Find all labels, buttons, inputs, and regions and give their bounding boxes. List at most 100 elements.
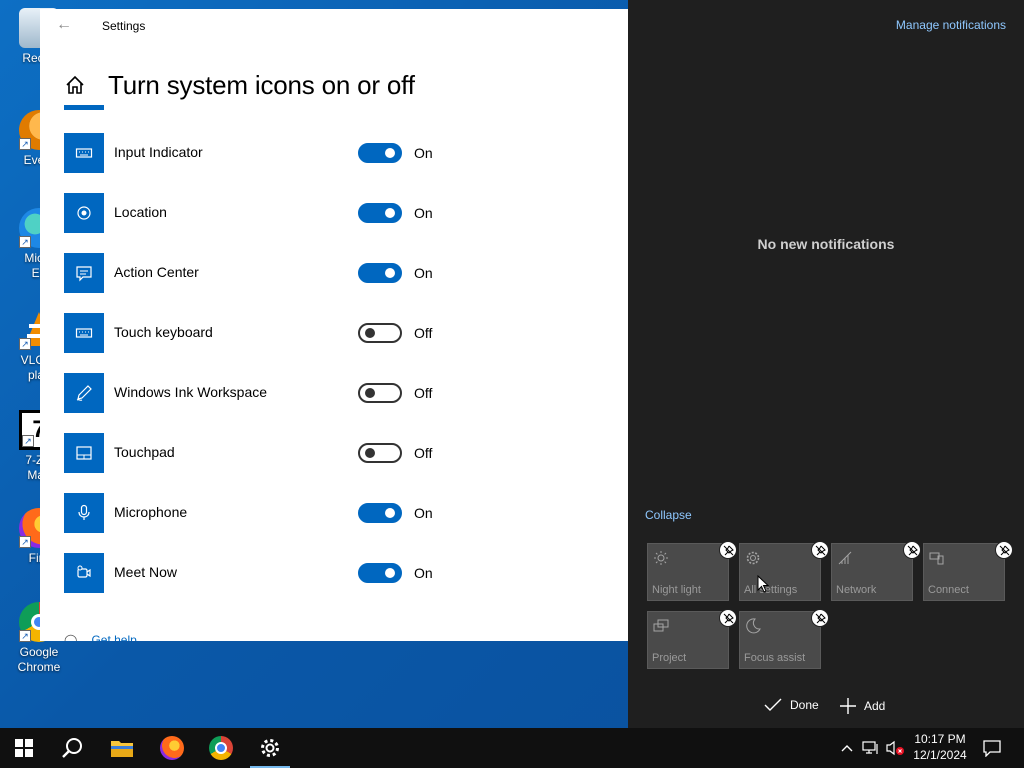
setting-label: Microphone [114, 504, 188, 520]
setting-row-microphone: Microphone On [64, 493, 604, 533]
setting-label: Touchpad [114, 444, 175, 460]
setting-row-touchpad: Touchpad Off [64, 433, 604, 473]
quick-action-connect[interactable]: Connect [923, 541, 1013, 601]
page-header: Turn system icons on or off [64, 65, 415, 105]
taskbar-firefox[interactable] [148, 728, 196, 768]
project-icon [653, 619, 669, 632]
taskbar-file-explorer[interactable] [98, 728, 146, 768]
unpin-icon[interactable] [811, 541, 829, 559]
toggle-state: On [414, 505, 433, 521]
home-icon[interactable] [64, 74, 86, 96]
setting-row-input-indicator: Input Indicator On [64, 133, 604, 173]
quick-action-project[interactable]: Project [647, 609, 737, 669]
toggle-state: On [414, 565, 433, 581]
connect-icon [929, 552, 944, 565]
setting-row-action-center: Action Center On [64, 253, 604, 293]
touchpad-icon [64, 433, 104, 473]
clock-time: 10:17 PM [914, 732, 966, 746]
unpin-icon[interactable] [903, 541, 921, 559]
action-center-panel: Manage notifications No new notification… [628, 0, 1024, 728]
quick-action-label: Connect [928, 584, 969, 596]
network-wired-icon [862, 741, 878, 754]
moon-icon [746, 618, 761, 634]
setting-row-touch-keyboard: Touch keyboard Off [64, 313, 604, 353]
setting-label: Windows Ink Workspace [114, 384, 268, 400]
folder-icon [111, 741, 133, 757]
network-tray-button[interactable] [860, 728, 882, 768]
done-button[interactable]: Done [764, 698, 819, 712]
unpin-icon[interactable] [811, 609, 829, 627]
setting-row-windows-ink: Windows Ink Workspace Off [64, 373, 604, 413]
keyboard-icon [64, 313, 104, 353]
search-button[interactable] [48, 728, 96, 768]
microphone-icon [64, 493, 104, 533]
back-arrow-icon[interactable]: ← [56, 16, 72, 34]
quick-action-network[interactable]: Network [831, 541, 921, 601]
pen-icon [64, 373, 104, 413]
toggle-switch[interactable] [358, 143, 402, 163]
taskbar: 10:17 PM 12/1/2024 [0, 728, 1024, 768]
toggle-state: Off [414, 445, 433, 461]
brightness-icon [654, 551, 668, 565]
network-icon [838, 551, 852, 565]
toggle-switch[interactable] [358, 263, 402, 283]
windows-logo-icon [15, 739, 33, 757]
help-icon: ◯ [64, 633, 78, 641]
search-icon [62, 738, 82, 758]
toggle-switch[interactable] [358, 443, 402, 463]
start-button[interactable] [0, 728, 48, 768]
show-hidden-icons-button[interactable] [838, 728, 856, 768]
manage-notifications-link[interactable]: Manage notifications [896, 18, 1006, 32]
quick-action-focus-assist[interactable]: Focus assist [739, 609, 829, 669]
action-center-button[interactable] [978, 728, 1006, 768]
toggle-switch[interactable] [358, 383, 402, 403]
setting-label: Input Indicator [114, 144, 203, 160]
setting-label: Touch keyboard [114, 324, 213, 340]
setting-label: Location [114, 204, 167, 220]
volume-tray-button[interactable] [884, 728, 906, 768]
unpin-icon[interactable] [719, 541, 737, 559]
quick-action-all-settings[interactable]: All settings [739, 541, 829, 601]
add-button[interactable]: Add [840, 698, 885, 714]
quick-action-label: Focus assist [744, 652, 806, 664]
quick-action-night-light[interactable]: Night light [647, 541, 737, 601]
plus-icon [840, 698, 856, 714]
taskbar-clock[interactable]: 10:17 PM 12/1/2024 [905, 731, 975, 763]
toggle-state: Off [414, 385, 433, 401]
toggle-switch[interactable] [358, 203, 402, 223]
quick-action-label: Project [652, 652, 687, 664]
toggle-switch[interactable] [358, 323, 402, 343]
get-help-link[interactable]: ◯ Get help [64, 633, 137, 641]
setting-row-meet-now: Meet Now On [64, 553, 604, 593]
toggle-state: Off [414, 325, 433, 341]
unpin-icon[interactable] [719, 609, 737, 627]
toggle-state: On [414, 205, 433, 221]
toggle-switch[interactable] [358, 563, 402, 583]
toggle-state: On [414, 265, 433, 281]
volume-muted-icon [886, 740, 904, 756]
unpin-icon[interactable] [995, 541, 1013, 559]
desktop-icon-label: Google Chrome [17, 645, 61, 674]
page-title: Turn system icons on or off [108, 69, 415, 100]
chrome-icon [209, 736, 233, 760]
empty-notifications-message: No new notifications [757, 236, 895, 252]
location-icon [64, 193, 104, 233]
chevron-up-icon [841, 745, 853, 752]
quick-action-label: Network [836, 584, 877, 596]
toggle-switch[interactable] [358, 503, 402, 523]
keyboard-icon [64, 133, 104, 173]
meet-now-icon [64, 553, 104, 593]
mouse-cursor-icon [757, 575, 769, 593]
settings-window: ← Settings Turn system icons on or off I… [40, 9, 628, 641]
notification-icon [983, 740, 1001, 757]
action-center-icon [64, 253, 104, 293]
setting-label: Action Center [114, 264, 199, 280]
setting-label: Meet Now [114, 564, 178, 580]
gear-icon [261, 739, 279, 757]
window-title: Settings [102, 19, 146, 33]
scrolled-tile-edge [64, 105, 104, 110]
collapse-link[interactable]: Collapse [645, 508, 692, 522]
taskbar-chrome[interactable] [197, 728, 245, 768]
quick-action-label: Night light [652, 584, 701, 596]
taskbar-settings[interactable] [246, 728, 294, 768]
